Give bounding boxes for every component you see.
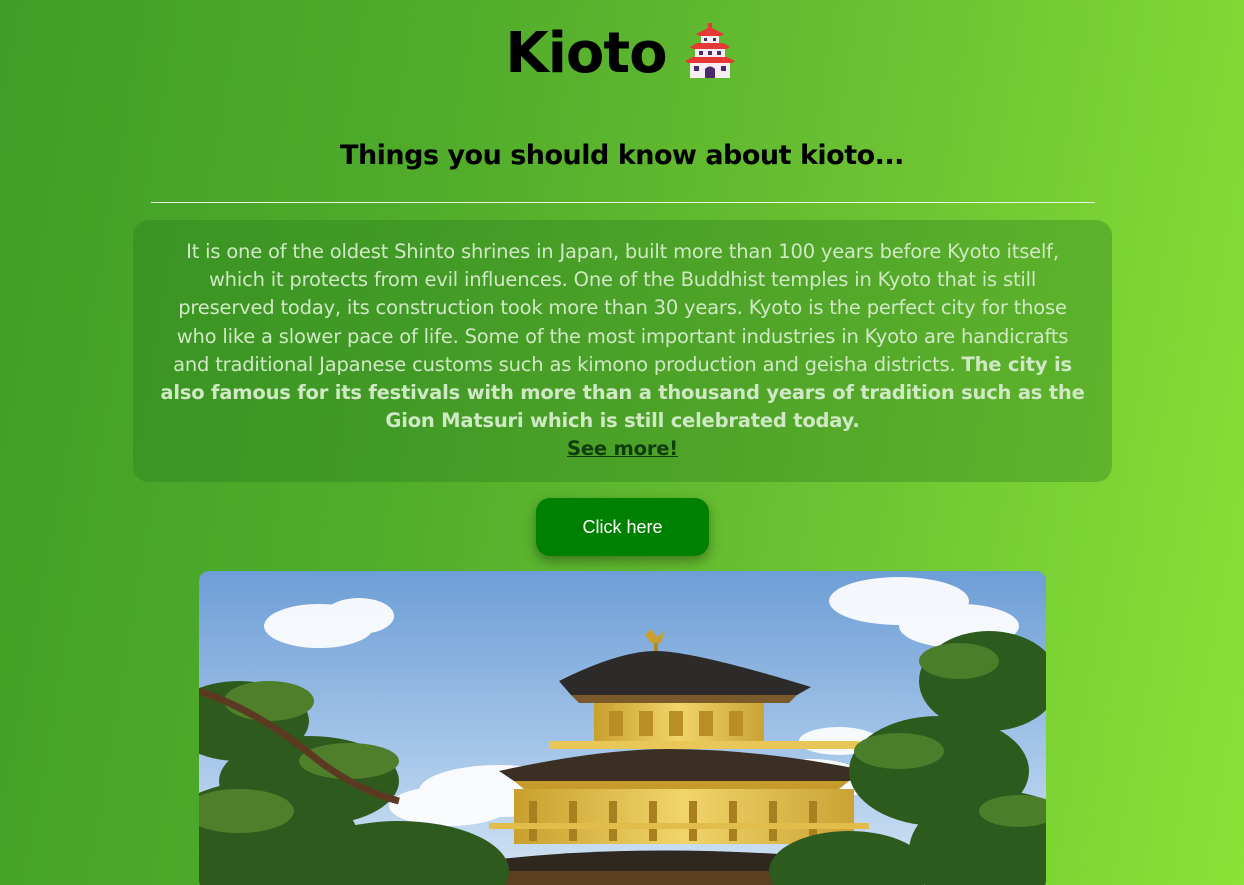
divider xyxy=(151,202,1095,203)
page-title-text: Kioto xyxy=(505,21,667,86)
page-title: Kioto xyxy=(0,18,1244,90)
japanese-castle-icon xyxy=(681,22,739,80)
info-text: It is one of the oldest Shinto shrines i… xyxy=(173,240,1069,376)
click-here-button[interactable]: Click here xyxy=(536,498,709,556)
section-subtitle: Things you should know about kioto... xyxy=(340,140,904,171)
kyoto-temple-photo xyxy=(199,571,1046,885)
see-more-link[interactable]: See more! xyxy=(567,435,678,463)
info-box: It is one of the oldest Shinto shrines i… xyxy=(133,220,1112,482)
